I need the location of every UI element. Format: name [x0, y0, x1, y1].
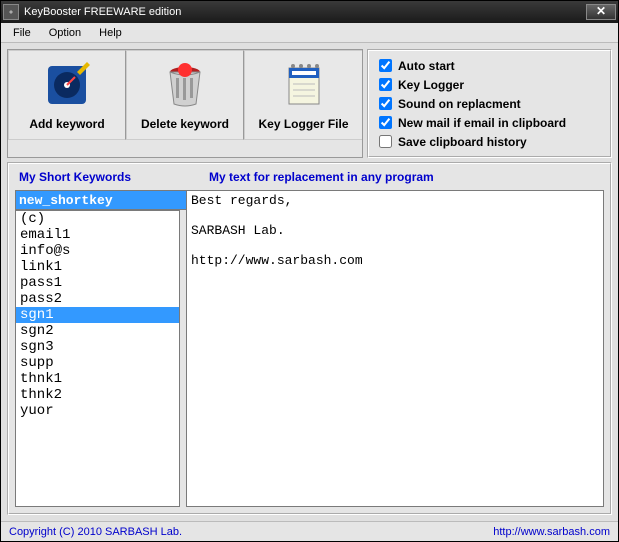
delete-keyword-button[interactable]: Delete keyword — [126, 50, 244, 140]
content-area: Add keyword Delete — [1, 43, 618, 521]
list-item[interactable]: email1 — [16, 227, 179, 243]
section-headers: My Short Keywords My text for replacemen… — [15, 164, 604, 190]
titlebar[interactable]: KeyBooster FREEWARE edition ✕ — [1, 1, 618, 23]
list-item[interactable]: info@s — [16, 243, 179, 259]
app-icon — [3, 4, 19, 20]
shortkey-input[interactable] — [15, 190, 190, 210]
save-clipboard-checkbox[interactable] — [379, 135, 392, 148]
list-item[interactable]: sgn2 — [16, 323, 179, 339]
new-mail-label: New mail if email in clipboard — [398, 116, 566, 130]
menu-option[interactable]: Option — [41, 25, 89, 41]
auto-start-checkbox[interactable] — [379, 59, 392, 72]
check-key-logger[interactable]: Key Logger — [379, 76, 600, 93]
list-item[interactable]: thnk1 — [16, 371, 179, 387]
top-panels: Add keyword Delete — [7, 49, 612, 158]
add-keyword-label: Add keyword — [29, 117, 104, 131]
list-item[interactable]: pass2 — [16, 291, 179, 307]
toolbar: Add keyword Delete — [7, 49, 363, 158]
list-item[interactable]: link1 — [16, 259, 179, 275]
menu-help[interactable]: Help — [91, 25, 130, 41]
key-logger-checkbox[interactable] — [379, 78, 392, 91]
list-item[interactable]: yuor — [16, 403, 179, 419]
notepad-icon — [279, 60, 329, 113]
check-new-mail[interactable]: New mail if email in clipboard — [379, 114, 600, 131]
list-item[interactable]: thnk2 — [16, 387, 179, 403]
check-save-clipboard[interactable]: Save clipboard history — [379, 133, 600, 150]
list-item[interactable]: (c) — [16, 211, 179, 227]
list-item[interactable]: pass1 — [16, 275, 179, 291]
menubar: File Option Help — [1, 23, 618, 43]
list-item[interactable]: sgn1 — [16, 307, 179, 323]
left-column: ADD (c)email1info@slink1pass1pass2sgn1sg… — [15, 190, 180, 507]
key-logger-file-label: Key Logger File — [258, 117, 348, 131]
app-window: KeyBooster FREEWARE edition ✕ File Optio… — [0, 0, 619, 542]
trash-icon — [160, 60, 210, 113]
new-mail-checkbox[interactable] — [379, 116, 392, 129]
delete-keyword-label: Delete keyword — [141, 117, 229, 131]
list-item[interactable]: sgn3 — [16, 339, 179, 355]
shortkey-input-row: ADD — [15, 190, 180, 210]
menu-file[interactable]: File — [5, 25, 39, 41]
replacement-header: My text for replacement in any program — [209, 170, 434, 184]
keyword-list[interactable]: (c)email1info@slink1pass1pass2sgn1sgn2sg… — [15, 210, 180, 507]
sound-checkbox[interactable] — [379, 97, 392, 110]
save-clipboard-label: Save clipboard history — [398, 135, 527, 149]
keywords-section: My Short Keywords My text for replacemen… — [7, 162, 612, 515]
auto-start-label: Auto start — [398, 59, 455, 73]
copyright-text: Copyright (C) 2010 SARBASH Lab. — [9, 526, 182, 538]
list-item[interactable]: supp — [16, 355, 179, 371]
statusbar: Copyright (C) 2010 SARBASH Lab. http://w… — [1, 521, 618, 541]
close-button[interactable]: ✕ — [586, 4, 616, 20]
footer-link[interactable]: http://www.sarbash.com — [493, 526, 610, 538]
options-panel: Auto start Key Logger Sound on replacmen… — [367, 49, 612, 158]
split-layout: ADD (c)email1info@slink1pass1pass2sgn1sg… — [15, 190, 604, 507]
key-logger-file-button[interactable]: Key Logger File — [244, 50, 362, 140]
key-logger-label: Key Logger — [398, 78, 464, 92]
window-title: KeyBooster FREEWARE edition — [24, 6, 586, 18]
replacement-textarea[interactable] — [186, 190, 604, 507]
keywords-header: My Short Keywords — [19, 170, 209, 184]
check-auto-start[interactable]: Auto start — [379, 57, 600, 74]
gauge-icon — [42, 60, 92, 113]
add-keyword-button[interactable]: Add keyword — [8, 50, 126, 140]
sound-label: Sound on replacment — [398, 97, 521, 111]
check-sound[interactable]: Sound on replacment — [379, 95, 600, 112]
